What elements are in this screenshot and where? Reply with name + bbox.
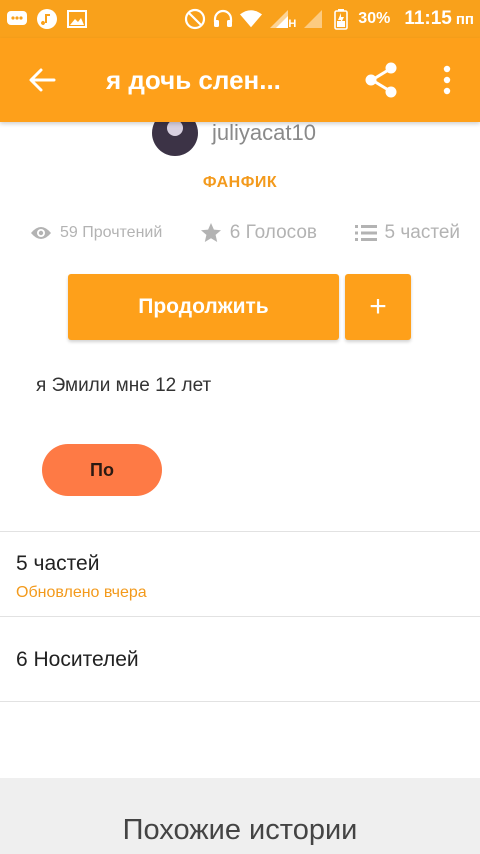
image-icon [66, 8, 88, 30]
story-actions: Продолжить + [68, 274, 411, 340]
story-description: я Эмили мне 12 лет [36, 375, 212, 396]
status-bar: H 30% 11:15 пп [0, 0, 480, 38]
clock-ampm: пп [455, 10, 474, 28]
avatar[interactable] [152, 122, 198, 156]
battery-percent: 30% [358, 10, 391, 27]
more-vert-icon [443, 65, 451, 95]
divider [0, 701, 480, 702]
parts-title[interactable]: 5 частей [16, 552, 99, 576]
votes-count: 6 Голосов [229, 222, 318, 243]
story-stats: 59 Прочтений 6 Голосов 5 частей [30, 222, 460, 244]
share-icon [365, 62, 397, 98]
category-label[interactable]: ФАНФИК [0, 174, 480, 192]
chat-icon [6, 8, 28, 30]
author-row[interactable]: juliyacat10 [152, 122, 316, 156]
similar-stories-title: Похожие истории [122, 814, 358, 846]
parts-stat: 5 частей [354, 222, 460, 244]
continue-reading-button[interactable]: Продолжить [68, 274, 339, 340]
parts-updated: Обновлено вчера [16, 584, 147, 601]
story-tag[interactable]: По [42, 444, 162, 496]
wifi-icon [240, 8, 263, 30]
arrow-left-icon [29, 68, 56, 92]
divider [0, 616, 480, 617]
eye-icon [31, 227, 51, 239]
reads-count: 59 Прочтений [60, 224, 163, 241]
no-disturb-icon [184, 8, 206, 30]
battery-icon [330, 8, 352, 30]
votes-stat: 6 Голосов [200, 222, 317, 244]
headset-icon [212, 8, 234, 30]
story-details: juliyacat10 ФАНФИК 59 Прочтений 6 Голосо… [0, 122, 480, 854]
share-button[interactable] [348, 38, 414, 122]
status-right-icons: H 30% 11:15 пп [184, 8, 474, 30]
toolbar: я дочь слен... [0, 38, 480, 122]
star-icon [200, 223, 221, 242]
reads-stat: 59 Прочтений [30, 224, 162, 242]
parts-count: 5 частей [384, 222, 460, 243]
add-to-library-button[interactable]: + [345, 274, 411, 340]
back-button[interactable] [0, 38, 84, 122]
network-type-label: H [288, 18, 297, 30]
more-menu-button[interactable] [414, 38, 480, 122]
reading-lists-title[interactable]: 6 Носителей [16, 648, 139, 672]
status-left-icons [6, 8, 88, 30]
signal-2-icon [302, 8, 324, 30]
author-name[interactable]: juliyacat10 [212, 122, 316, 146]
similar-stories-section: Похожие истории [0, 778, 480, 854]
clock: 11:15 [404, 8, 452, 29]
divider [0, 531, 480, 532]
signal-icon [268, 8, 290, 30]
story-title: я дочь слен... [106, 64, 281, 95]
list-icon [354, 225, 377, 241]
music-icon [36, 8, 58, 30]
